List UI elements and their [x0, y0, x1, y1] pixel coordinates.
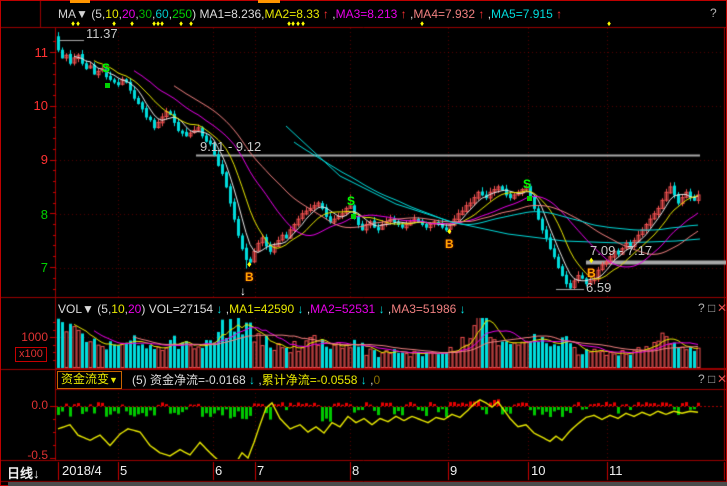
- event-diamond-icon[interactable]: ♦: [296, 19, 300, 28]
- price-annotation: 7.09 - 7.17: [590, 243, 652, 258]
- price-tick-label: 8: [26, 207, 48, 222]
- month-label: 11: [609, 463, 623, 478]
- sell-signal-marker: S: [347, 194, 355, 208]
- fundflow-tick-label: 0.0: [14, 398, 48, 412]
- sell-signal-marker: S: [523, 177, 531, 191]
- header-segment: MA1=8.236: [199, 7, 261, 21]
- month-label: 9: [450, 463, 457, 478]
- month-label: 5: [120, 463, 127, 478]
- dropdown-arrow-icon: ▼: [109, 375, 118, 385]
- month-label: 6: [215, 463, 222, 478]
- fundflow-indicator-header[interactable]: (5) 资金净流=-0.0168 ↓ ,累计净流=-0.0558 ↓ ,0: [132, 372, 380, 388]
- fundflow-selector[interactable]: 资金流变▼: [57, 371, 122, 389]
- header-segment: ↓: [246, 373, 255, 387]
- vol-scale-label: 1000: [16, 330, 48, 344]
- buy-diamond-icon: ♦: [447, 226, 452, 236]
- vol-maximize-icon[interactable]: □: [708, 301, 715, 315]
- price-annotation: 11.37: [86, 26, 118, 41]
- header-segment: VOL: [58, 302, 82, 316]
- price-annotation: 9.11 - 9.12: [200, 139, 261, 154]
- header-segment: 30: [139, 7, 152, 21]
- header-segment: 20: [128, 302, 141, 316]
- month-label: 7: [257, 463, 264, 478]
- price-tick-label: 7: [26, 260, 48, 275]
- vol-unit-label: x100: [15, 347, 47, 362]
- stock-chart-window: MA▼ (5,10,20,30,60,250) MA1=8.236,MA2=8.…: [0, 0, 727, 486]
- top-marker-strip-2: [258, 0, 280, 3]
- header-segment: 资金净流=-0.0168: [150, 373, 246, 387]
- header-segment: ↑: [320, 7, 329, 21]
- header-segment: ↓: [456, 302, 465, 316]
- month-label: 8: [352, 463, 359, 478]
- header-segment: MA3=51986: [391, 302, 456, 316]
- header-segment: MA5=7.915: [491, 7, 553, 21]
- header-segment: 5: [95, 7, 102, 21]
- period-selector[interactable]: 日线↓: [7, 463, 40, 482]
- event-diamond-icon[interactable]: ♦: [179, 19, 183, 28]
- price-tick-label: 9: [26, 152, 48, 167]
- header-segment: ↑: [553, 7, 562, 21]
- event-diamond-icon[interactable]: ♦: [76, 19, 80, 28]
- header-segment: 0: [373, 373, 380, 387]
- fund-close-icon[interactable]: ✕: [717, 372, 727, 386]
- event-diamond-icon[interactable]: ♦: [130, 19, 134, 28]
- month-label: 10: [531, 463, 545, 478]
- event-diamond-icon[interactable]: ♦: [160, 19, 164, 28]
- header-segment: ,: [255, 373, 262, 387]
- header-segment: 5: [101, 302, 108, 316]
- event-diamond-icon[interactable]: ♦: [420, 19, 424, 28]
- header-segment: MA2=52531: [310, 302, 375, 316]
- low-point-arrow-icon: ↓: [240, 284, 246, 298]
- sell-signal-marker: S: [102, 61, 110, 75]
- header-segment: VOL=27154: [149, 302, 213, 316]
- period-down-arrow-icon: ↓: [33, 466, 40, 481]
- help-icon[interactable]: ?: [710, 6, 717, 20]
- header-segment: ↓: [294, 302, 303, 316]
- fund-help-icon[interactable]: ?: [698, 372, 705, 386]
- header-segment: ,: [329, 7, 336, 21]
- vol-close-icon[interactable]: ✕: [717, 301, 727, 315]
- buy-signal-marker: B: [245, 270, 254, 284]
- header-segment: MA3=8.213: [336, 7, 398, 21]
- header-segment: 10: [111, 302, 124, 316]
- sell-signal-dot: [105, 83, 110, 88]
- buy-signal-marker: B: [445, 237, 454, 251]
- buy-signal-marker: B: [587, 266, 596, 280]
- header-segment: ↑: [397, 7, 406, 21]
- header-segment: (5): [132, 373, 150, 387]
- price-tick-label: 10: [26, 98, 48, 113]
- event-diamond-icon[interactable]: ♦: [291, 19, 295, 28]
- fundflow-selector-label: 资金流变: [61, 372, 109, 386]
- top-marker-strip-1: [70, 0, 90, 3]
- header-segment: 累计净流=-0.0558: [262, 373, 358, 387]
- sell-signal-dot: [527, 196, 532, 201]
- header-segment: ↓: [357, 373, 366, 387]
- header-segment: ▼: [82, 302, 94, 316]
- header-segment: ): [141, 302, 148, 316]
- vol-indicator-header[interactable]: VOL▼ (5,10,20) VOL=27154 ↓ ,MA1=42590 ↓ …: [58, 301, 466, 317]
- horizontal-scrollbar[interactable]: [8, 482, 727, 486]
- period-label: 日线: [7, 466, 33, 481]
- event-diamond-icon[interactable]: ♦: [607, 19, 611, 28]
- event-diamond-icon[interactable]: ♦: [71, 19, 75, 28]
- fundflow-tick-label: -0.5: [14, 448, 48, 462]
- header-segment: MA1=42590: [229, 302, 294, 316]
- price-annotation: 6.59: [586, 280, 611, 295]
- event-diamond-icon[interactable]: ♦: [189, 19, 193, 28]
- buy-diamond-icon: ♦: [589, 255, 594, 265]
- sell-signal-dot: [351, 214, 356, 219]
- vol-help-icon[interactable]: ?: [698, 301, 705, 315]
- month-label: 2018/4: [62, 463, 102, 478]
- header-segment: ↑: [475, 7, 484, 21]
- header-segment: ↓: [375, 302, 384, 316]
- buy-diamond-icon: ♦: [247, 259, 252, 269]
- event-diamond-icon[interactable]: ♦: [301, 19, 305, 28]
- price-tick-label: 11: [26, 45, 48, 60]
- fund-maximize-icon[interactable]: □: [708, 372, 715, 386]
